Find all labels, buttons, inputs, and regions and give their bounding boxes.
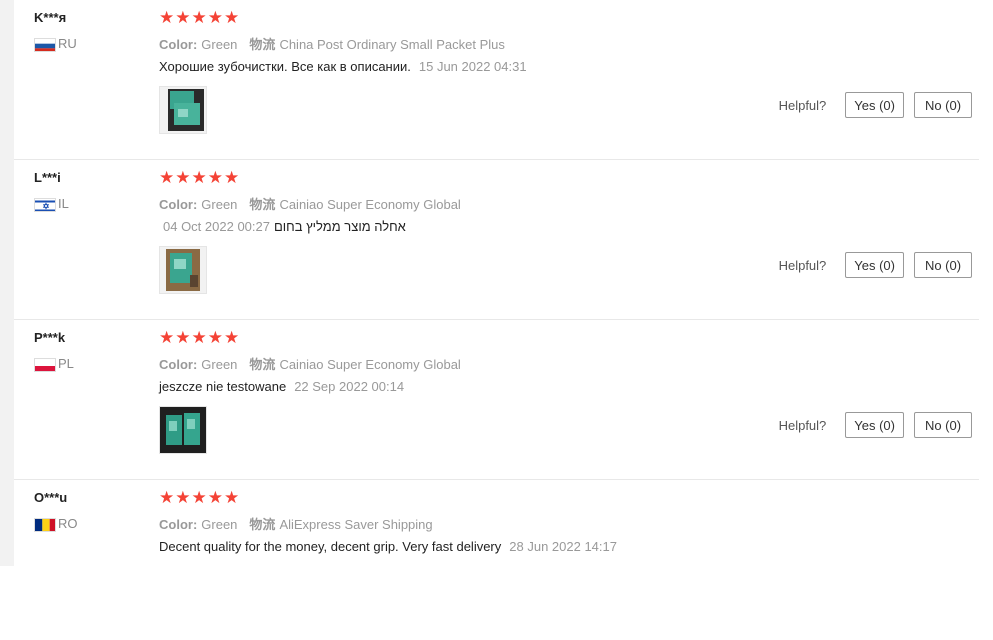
- review-photo-thumbnail[interactable]: [159, 246, 207, 294]
- color-value: Green: [201, 357, 238, 372]
- russia-flag-icon: [34, 38, 56, 52]
- reviewer-name: P***k: [34, 330, 66, 345]
- star-icon: ★: [159, 8, 175, 27]
- country-code: IL: [58, 196, 69, 211]
- color-label: Color:: [159, 197, 198, 212]
- review-text: jeszcze nie testowane 22 Sep 2022 00:14: [159, 379, 404, 394]
- review-meta: Color: Green 物流 China Post Ordinary Small P…: [159, 34, 505, 53]
- helpful-no-button[interactable]: No (0): [914, 92, 972, 118]
- star-icon: ★: [159, 328, 175, 347]
- review-item: O***u RO ★ ★ ★ ★ ★ Color: Green 物流 AliExpress S…: [14, 480, 979, 640]
- star-icon: ★: [207, 328, 223, 347]
- color-label: Color:: [159, 37, 198, 52]
- helpful-vote-area: Helpful? Yes (0) No (0): [779, 92, 972, 118]
- star-icon: ★: [191, 488, 207, 507]
- star-rating: ★ ★ ★ ★ ★: [159, 8, 239, 28]
- star-icon: ★: [191, 328, 207, 347]
- review-item: P***k PL ★ ★ ★ ★ ★ Color: Green 物流 Cainiao Supe…: [14, 320, 979, 480]
- review-photo-thumbnail[interactable]: [159, 406, 207, 454]
- left-strip: [0, 0, 14, 566]
- star-icon: ★: [175, 8, 191, 27]
- star-icon: ★: [207, 168, 223, 187]
- helpful-vote-area: Helpful? Yes (0) No (0): [779, 412, 972, 438]
- helpful-label: Helpful?: [778, 257, 827, 273]
- review-text: Хорошие зубочистки. Все как в описании. 1…: [159, 59, 527, 74]
- romania-flag-icon: [34, 518, 56, 532]
- country-code: RU: [58, 36, 77, 51]
- color-value: Green: [201, 37, 238, 52]
- review-body: Хорошие зубочистки. Все как в описании.: [159, 59, 411, 74]
- review-date: 22 Sep 2022 00:14: [294, 379, 405, 394]
- color-value: Green: [201, 197, 238, 212]
- helpful-yes-button[interactable]: Yes (0): [845, 252, 904, 278]
- review-meta: Color: Green 物流 Cainiao Super Economy Globa…: [159, 354, 461, 373]
- reviews-feed: K***я RU ★ ★ ★ ★ ★ Color: Green 物流 China Post O…: [14, 0, 979, 640]
- israel-flag-icon: [34, 198, 56, 212]
- color-label: Color:: [159, 517, 198, 532]
- review-body: אחלה מוצר ממליץ בחום: [273, 219, 406, 234]
- star-rating: ★ ★ ★ ★ ★: [159, 488, 239, 508]
- reviewer-name: K***я: [34, 10, 67, 25]
- helpful-no-button[interactable]: No (0): [914, 412, 972, 438]
- review-meta: Color: Green 物流 Cainiao Super Economy Globa…: [159, 194, 461, 213]
- country-code: RO: [58, 516, 78, 531]
- helpful-yes-button[interactable]: Yes (0): [845, 92, 904, 118]
- reviewer-name: O***u: [34, 490, 68, 505]
- star-icon: ★: [207, 488, 223, 507]
- helpful-label: Helpful?: [778, 97, 827, 113]
- review-body: Decent quality for the money, decent gri…: [159, 539, 502, 554]
- shipping-value: AliExpress Saver Shipping: [279, 517, 433, 532]
- color-label: Color:: [159, 357, 198, 372]
- shipping-value: China Post Ordinary Small Packet Plus: [279, 37, 505, 52]
- helpful-yes-button[interactable]: Yes (0): [845, 412, 904, 438]
- color-value: Green: [201, 517, 238, 532]
- review-item: L***i IL ★ ★ ★ ★ ★ Color: Green 物流 Cainiao Supe…: [14, 160, 979, 320]
- review-date: 04 Oct 2022 00:27: [163, 219, 270, 234]
- star-rating: ★ ★ ★ ★ ★: [159, 328, 239, 348]
- star-icon: ★: [224, 168, 240, 187]
- review-date: 28 Jun 2022 14:17: [509, 539, 617, 554]
- review-body: jeszcze nie testowane: [159, 379, 287, 394]
- shipping-label: 物流: [249, 197, 276, 212]
- star-icon: ★: [175, 328, 191, 347]
- star-icon: ★: [224, 488, 240, 507]
- shipping-value: Cainiao Super Economy Global: [279, 197, 461, 212]
- star-icon: ★: [175, 168, 191, 187]
- star-icon: ★: [207, 8, 223, 27]
- helpful-no-button[interactable]: No (0): [914, 252, 972, 278]
- shipping-value: Cainiao Super Economy Global: [279, 357, 461, 372]
- star-icon: ★: [224, 8, 240, 27]
- poland-flag-icon: [34, 358, 56, 372]
- star-rating: ★ ★ ★ ★ ★: [159, 168, 239, 188]
- helpful-label: Helpful?: [778, 417, 827, 433]
- review-photo-thumbnail[interactable]: [159, 86, 207, 134]
- shipping-label: 物流: [249, 357, 276, 372]
- review-item: K***я RU ★ ★ ★ ★ ★ Color: Green 物流 China Post O…: [14, 0, 979, 160]
- star-icon: ★: [224, 328, 240, 347]
- star-icon: ★: [159, 168, 175, 187]
- helpful-vote-area: Helpful? Yes (0) No (0): [779, 252, 972, 278]
- review-text: Decent quality for the money, decent gri…: [159, 539, 617, 554]
- star-icon: ★: [191, 8, 207, 27]
- star-icon: ★: [175, 488, 191, 507]
- star-icon: ★: [191, 168, 207, 187]
- review-meta: Color: Green 物流 AliExpress Saver Shipping: [159, 514, 433, 533]
- shipping-label: 物流: [249, 37, 276, 52]
- shipping-label: 物流: [249, 517, 276, 532]
- country-code: PL: [58, 356, 74, 371]
- reviewer-name: L***i: [34, 170, 61, 185]
- star-icon: ★: [159, 488, 175, 507]
- review-date: 15 Jun 2022 04:31: [418, 59, 527, 74]
- review-text: 04 Oct 2022 00:27 אחלה מוצר ממליץ בחום: [163, 219, 406, 234]
